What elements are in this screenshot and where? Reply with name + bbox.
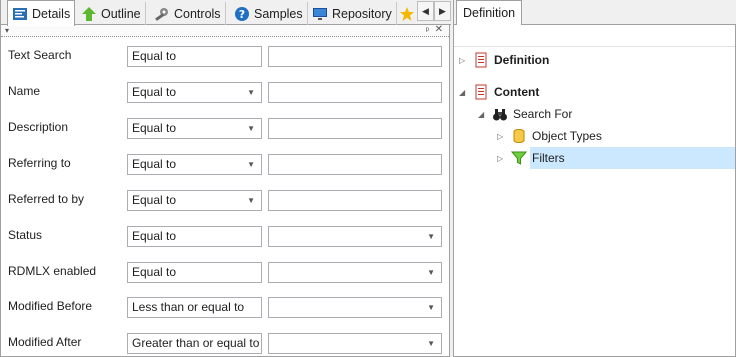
- operator-value: Equal to: [132, 49, 177, 63]
- scroll-right-button[interactable]: ▶: [434, 1, 451, 21]
- tree-node-label: Object Types: [532, 129, 602, 143]
- field-label: Modified Before: [8, 299, 93, 313]
- field-label: Referred to by: [8, 192, 85, 206]
- tab-outline-label: Outline: [101, 6, 141, 21]
- operator-select[interactable]: Less than or equal to: [127, 297, 262, 318]
- tree-node-label: Filters: [532, 151, 565, 165]
- operator-select[interactable]: Equal to: [127, 262, 262, 283]
- expand-icon[interactable]: ▷: [497, 132, 507, 141]
- scroll-left-button[interactable]: ◀: [417, 1, 434, 21]
- expand-icon[interactable]: ▷: [497, 154, 507, 163]
- value-select[interactable]: ▼: [268, 333, 442, 354]
- tree-node[interactable]: ▷ Object Types: [497, 125, 602, 147]
- collapse-icon[interactable]: ◢: [459, 88, 469, 97]
- outline-icon: [82, 6, 96, 21]
- tree-node-label: Definition: [494, 53, 550, 67]
- field-label: RDMLX enabled: [8, 264, 97, 278]
- tab-details[interactable]: Details: [7, 0, 76, 26]
- operator-value: Greater than or equal to: [132, 336, 260, 350]
- chevron-down-icon[interactable]: ▼: [427, 227, 435, 246]
- value-select[interactable]: ▼: [268, 262, 442, 283]
- operator-select[interactable]: Equal to: [127, 46, 262, 67]
- value-input[interactable]: [268, 154, 442, 175]
- operator-value: Less than or equal to: [132, 300, 245, 314]
- field-label: Referring to: [8, 156, 71, 170]
- tree-node[interactable]: ◢ Search For: [478, 103, 572, 125]
- chevron-down-icon[interactable]: ▼: [247, 119, 255, 138]
- chevron-down-icon[interactable]: ▼: [427, 334, 435, 353]
- definition-toolbar: [454, 25, 735, 47]
- operator-value: Equal to: [132, 229, 177, 243]
- star-icon: [400, 6, 414, 21]
- chevron-down-icon[interactable]: ▼: [247, 191, 255, 210]
- document-icon: [475, 52, 487, 68]
- tab-scroll-buttons: ◀ ▶: [417, 1, 451, 21]
- help-icon: ?: [235, 6, 249, 21]
- expand-icon[interactable]: ▷: [459, 56, 469, 65]
- operator-select[interactable]: Equal to ▼: [127, 118, 262, 139]
- field-label: Modified After: [8, 335, 82, 349]
- tab-details-label: Details: [32, 6, 71, 21]
- svg-text:?: ?: [239, 8, 245, 21]
- controls-icon: [155, 7, 168, 21]
- value-input[interactable]: [268, 82, 442, 103]
- operator-select[interactable]: Greater than or equal to: [127, 333, 262, 354]
- tab-samples-label: Samples: [254, 6, 303, 21]
- tab-definition[interactable]: Definition: [456, 0, 523, 26]
- document-icon: [475, 84, 487, 100]
- tab-repository[interactable]: Repository: [308, 2, 397, 25]
- panel-toolbar: ▾ ᵖ ✕: [1, 24, 449, 37]
- details-panel: Details Outline Controls ? Samples Repos…: [0, 0, 451, 357]
- tab-controls-label: Controls: [174, 6, 221, 21]
- right-tab-strip: Definition: [454, 0, 736, 26]
- value-select[interactable]: ▼: [268, 226, 442, 247]
- tree-node[interactable]: ◢ Content: [459, 81, 539, 103]
- tab-samples[interactable]: ? Samples: [230, 2, 308, 25]
- tree-node-label: Search For: [513, 107, 573, 121]
- tab-outline[interactable]: Outline: [77, 2, 146, 25]
- operator-select[interactable]: Equal to: [127, 226, 262, 247]
- monitor-icon: [313, 7, 327, 20]
- operator-select[interactable]: Equal to ▼: [127, 82, 262, 103]
- operator-value: Equal to: [132, 193, 177, 207]
- binoculars-icon: [493, 109, 507, 121]
- operator-select[interactable]: Equal to ▼: [127, 190, 262, 211]
- collapse-icon[interactable]: ◢: [478, 110, 488, 119]
- database-icon: [513, 129, 525, 143]
- tab-controls[interactable]: Controls: [150, 2, 226, 25]
- value-input[interactable]: [268, 118, 442, 139]
- tab-repository-label: Repository: [332, 6, 392, 21]
- left-tab-strip: Details Outline Controls ? Samples Repos…: [1, 0, 451, 26]
- funnel-icon: [511, 151, 527, 165]
- chevron-down-icon[interactable]: ▼: [427, 263, 435, 282]
- value-input[interactable]: [268, 46, 442, 67]
- value-select[interactable]: ▼: [268, 297, 442, 318]
- field-label: Status: [8, 228, 43, 242]
- operator-value: Equal to: [132, 121, 177, 135]
- chevron-down-icon[interactable]: ▼: [247, 155, 255, 174]
- tree-node[interactable]: ▷ Definition: [459, 49, 549, 71]
- chevron-down-icon[interactable]: ▼: [427, 298, 435, 317]
- operator-value: Equal to: [132, 157, 177, 171]
- operator-select[interactable]: Equal to ▼: [127, 154, 262, 175]
- field-label: Name: [8, 84, 41, 98]
- tab-favorites[interactable]: [395, 2, 419, 25]
- operator-value: Equal to: [132, 265, 177, 279]
- field-label: Text Search: [8, 48, 72, 62]
- details-icon: [13, 7, 27, 20]
- chevron-down-icon[interactable]: ▼: [247, 83, 255, 102]
- pin-icon[interactable]: ᵖ: [426, 25, 429, 35]
- tree-node-label: Content: [494, 85, 540, 99]
- panel-menu-dropdown[interactable]: ▾: [5, 26, 9, 35]
- close-icon[interactable]: ✕: [435, 24, 443, 35]
- tree-node[interactable]: ▷ Filters: [497, 147, 565, 169]
- field-label: Description: [8, 120, 69, 134]
- operator-value: Equal to: [132, 85, 177, 99]
- value-input[interactable]: [268, 190, 442, 211]
